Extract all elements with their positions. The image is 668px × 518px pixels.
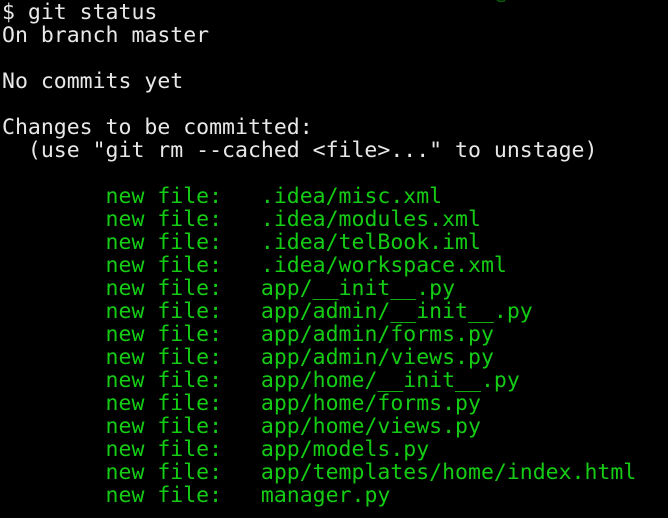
file-path: app/admin/views.py xyxy=(260,345,494,370)
staged-file-row: new file: app/home/__init__.py xyxy=(0,369,668,392)
terminal-output: $ git status On branch master No commits… xyxy=(0,1,668,507)
file-status-label: new file: xyxy=(2,391,261,416)
file-status-label: new file: xyxy=(2,460,261,485)
file-path: app/__init__.py xyxy=(260,276,456,301)
branch-line: On branch master xyxy=(2,23,210,48)
unstage-hint-line: (use "git rm --cached <file>..." to unst… xyxy=(2,138,598,163)
file-status-label: new file: xyxy=(2,253,261,278)
file-path: app/home/views.py xyxy=(260,414,481,439)
staged-file-row: new file: app/admin/views.py xyxy=(0,346,668,369)
staged-file-row: new file: app/admin/__init__.py xyxy=(0,300,668,323)
file-path: app/models.py xyxy=(260,437,430,462)
file-path: .idea/modules.xml xyxy=(260,207,481,232)
file-status-label: new file: xyxy=(2,345,261,370)
staged-file-row: new file: manager.py xyxy=(0,484,668,507)
staged-file-row: new file: app/models.py xyxy=(0,438,668,461)
file-status-label: new file: xyxy=(2,230,261,255)
no-commits-line: No commits yet xyxy=(2,69,184,94)
file-path: app/admin/__init__.py xyxy=(260,299,533,324)
file-path: app/templates/home/index.html xyxy=(260,460,637,485)
staged-file-row: new file: .idea/misc.xml xyxy=(0,185,668,208)
command-line-git-status: $ git status xyxy=(2,0,158,25)
file-path: .idea/workspace.xml xyxy=(260,253,507,278)
staged-file-row: new file: app/home/forms.py xyxy=(0,392,668,415)
staged-file-row: new file: app/admin/forms.py xyxy=(0,323,668,346)
file-status-label: new file: xyxy=(2,437,261,462)
file-path: .idea/misc.xml xyxy=(260,184,443,209)
file-path: app/home/__init__.py xyxy=(260,368,520,393)
changes-to-be-committed-header: Changes to be committed: xyxy=(2,115,313,140)
terminal-window[interactable]: e $ git status On branch master No commi… xyxy=(0,0,668,518)
file-status-label: new file: xyxy=(2,184,261,209)
staged-file-row: new file: app/templates/home/index.html xyxy=(0,461,668,484)
staged-file-row: new file: .idea/modules.xml xyxy=(0,208,668,231)
file-path: app/admin/forms.py xyxy=(260,322,494,347)
staged-file-row: new file: app/home/views.py xyxy=(0,415,668,438)
file-status-label: new file: xyxy=(2,414,261,439)
file-status-label: new file: xyxy=(2,483,261,508)
file-status-label: new file: xyxy=(2,276,261,301)
file-path: .idea/telBook.iml xyxy=(260,230,481,255)
staged-file-row: new file: .idea/telBook.iml xyxy=(0,231,668,254)
file-status-label: new file: xyxy=(2,207,261,232)
file-status-label: new file: xyxy=(2,299,261,324)
staged-file-row: new file: app/__init__.py xyxy=(0,277,668,300)
file-path: app/home/forms.py xyxy=(260,391,481,416)
file-status-label: new file: xyxy=(2,322,261,347)
file-path: manager.py xyxy=(260,483,391,508)
staged-file-row: new file: .idea/workspace.xml xyxy=(0,254,668,277)
file-status-label: new file: xyxy=(2,368,261,393)
